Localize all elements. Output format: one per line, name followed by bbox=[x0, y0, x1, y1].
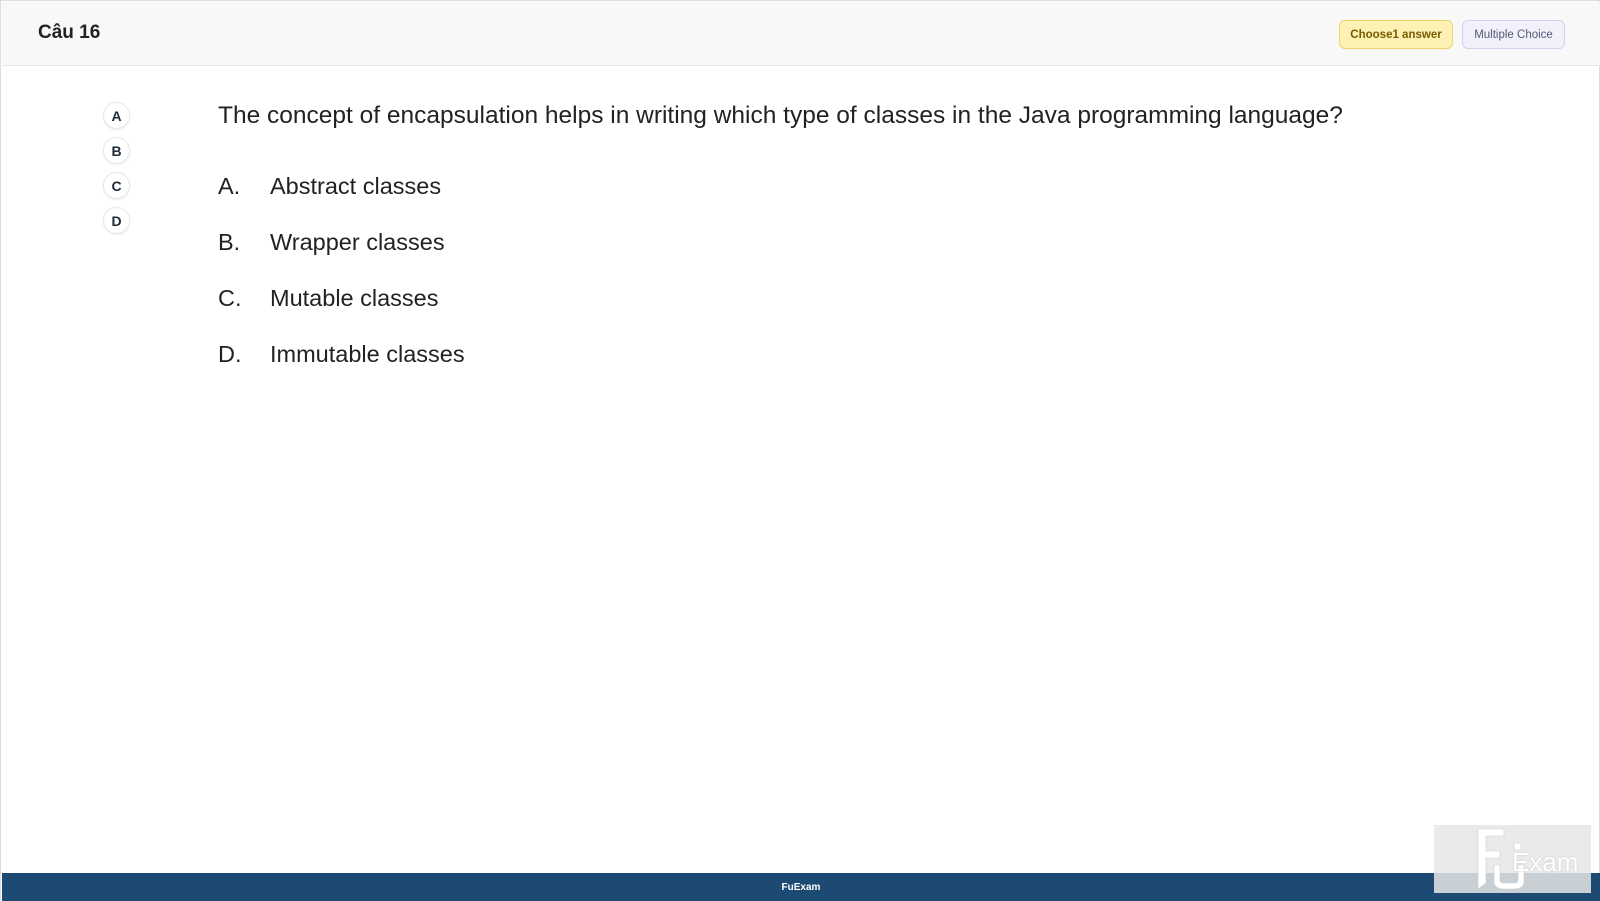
question-text: The concept of encapsulation helps in wr… bbox=[218, 102, 1343, 129]
option-text: Abstract classes bbox=[270, 172, 442, 199]
question-number: Câu 16 bbox=[38, 22, 101, 43]
option-list: A. Abstract classes B. Wrapper classes C… bbox=[218, 158, 465, 382]
option-letter: D. bbox=[218, 340, 242, 367]
question-type-badge: Multiple Choice bbox=[1462, 20, 1565, 49]
fu-logo-word: Exam bbox=[1512, 847, 1579, 877]
footer-bar: FuExam bbox=[2, 873, 1600, 901]
option-b[interactable]: B. Wrapper classes bbox=[218, 214, 465, 270]
answer-bubble-list: A B C D bbox=[103, 102, 130, 242]
answer-bubble-a[interactable]: A bbox=[103, 102, 130, 129]
option-letter: A. bbox=[218, 172, 241, 199]
fu-logo-icon: Exam bbox=[1434, 825, 1591, 893]
exam-window: Câu 16 Choose1 answer Multiple Choice A … bbox=[0, 0, 1600, 901]
choose-answer-badge: Choose1 answer bbox=[1339, 20, 1453, 49]
option-letter: B. bbox=[218, 228, 241, 255]
question-header: Câu 16 Choose1 answer Multiple Choice bbox=[2, 2, 1600, 66]
answer-bubble-d[interactable]: D bbox=[103, 207, 130, 234]
answer-bubble-b[interactable]: B bbox=[103, 137, 130, 164]
option-c[interactable]: C. Mutable classes bbox=[218, 270, 465, 326]
option-text: Wrapper classes bbox=[270, 228, 445, 255]
option-letter: C. bbox=[218, 284, 242, 311]
option-d[interactable]: D. Immutable classes bbox=[218, 326, 465, 382]
option-text: Immutable classes bbox=[270, 340, 465, 367]
answer-bubble-c[interactable]: C bbox=[103, 172, 130, 199]
option-text: Mutable classes bbox=[270, 284, 439, 311]
option-a[interactable]: A. Abstract classes bbox=[218, 158, 465, 214]
footer-brand: FuExam bbox=[781, 881, 821, 893]
